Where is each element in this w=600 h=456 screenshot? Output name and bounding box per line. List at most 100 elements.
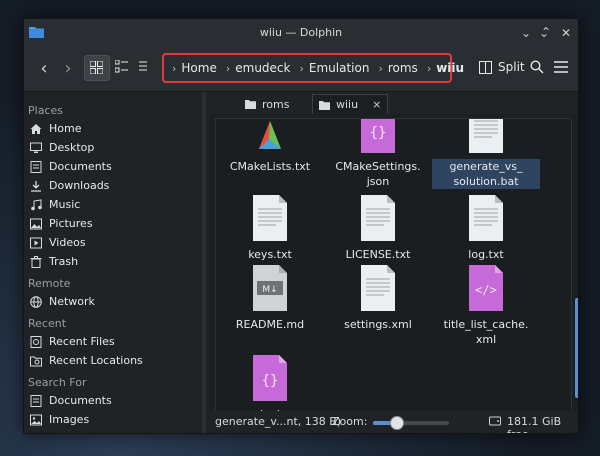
sidebar-scrollbar[interactable] (202, 92, 206, 433)
recent-files-icon (30, 335, 42, 348)
sidebar-item[interactable]: Music (30, 195, 80, 214)
file-view[interactable]: CMakeLists.txt {} CMakeSettings. json genera… (215, 118, 572, 416)
file-item[interactable]: keys.txt (216, 195, 324, 262)
sidebar-item[interactable]: Downloads (30, 176, 109, 195)
documents-icon (30, 394, 42, 407)
json-file-icon: {} (361, 119, 395, 153)
sidebar-item-label: Home (49, 122, 82, 135)
breadcrumb-item[interactable]: › wiiu (427, 61, 473, 75)
sidebar-item[interactable]: Trash (30, 252, 78, 271)
file-item[interactable]: log.txt (432, 195, 540, 262)
hamburger-menu-icon[interactable] (554, 61, 568, 73)
file-item[interactable]: LICENSE.txt (324, 195, 432, 262)
trash-icon (30, 255, 42, 268)
file-name: settings.xml (324, 317, 432, 332)
folder-icon (319, 100, 330, 110)
search-icon[interactable] (530, 60, 544, 74)
file-name: log.txt (432, 247, 540, 262)
breadcrumb-label: Emulation (308, 61, 370, 75)
file-name: LICENSE.txt (324, 247, 432, 262)
file-item[interactable]: CMakeLists.txt (216, 119, 324, 174)
main-toolbar: ‹ › › Home › emudeck › Emulation › roms › wiiu Sp… (24, 47, 578, 92)
sidebar-item-label: Pictures (49, 217, 93, 230)
sidebar-item[interactable]: Home (30, 119, 81, 138)
file-view-scrollbar[interactable] (573, 118, 578, 414)
grid-view-icon (90, 61, 103, 74)
sidebar-item-label: Recent Files (49, 335, 115, 348)
breadcrumb-item[interactable]: › Emulation (299, 61, 378, 75)
sidebar-item[interactable]: Videos (30, 233, 86, 252)
sidebar-item[interactable]: Recent Locations (30, 351, 143, 370)
file-name-line: CMakeLists.txt (229, 160, 311, 173)
close-window-icon[interactable]: ✕ (558, 25, 574, 41)
sidebar-item-label: Images (49, 413, 90, 426)
split-label: Split (498, 60, 525, 74)
sidebar-item[interactable]: Desktop (30, 138, 94, 157)
close-tab-icon[interactable]: × (372, 98, 381, 111)
dolphin-window: wiiu — Dolphin ⌄ ⌄ ⌃ ✕ ‹ › › Home › emudeck… (23, 18, 579, 434)
file-name-line: log.txt (468, 248, 504, 261)
sidebar-section-heading: Places (28, 104, 63, 117)
downloads-icon (31, 180, 41, 192)
zoom-slider[interactable] (373, 416, 449, 430)
tab-roms[interactable]: roms (239, 94, 295, 114)
sidebar-item[interactable]: Network (30, 292, 95, 311)
details-view-button[interactable] (134, 55, 150, 79)
file-name: title_list_cache.xml (432, 317, 540, 347)
sidebar-item-label: Desktop (49, 141, 95, 154)
file-item[interactable]: {}vcpkg.json (216, 355, 324, 415)
sidebar-section-heading: Search For (28, 376, 87, 389)
scrollbar-thumb[interactable] (575, 298, 578, 398)
free-space: 181.1 GiB free (507, 415, 562, 433)
tab-label: roms (262, 97, 290, 111)
sidebar-item[interactable]: Pictures (30, 214, 93, 233)
maximize-icon[interactable]: ⌃ (538, 24, 554, 40)
forward-button[interactable]: › (58, 59, 78, 79)
file-name-line: README.md (235, 318, 305, 331)
sidebar-item-label: Music (49, 198, 81, 211)
documents-icon (30, 160, 42, 173)
zoom-slider-handle[interactable] (389, 416, 404, 430)
chevron-right-icon: › (426, 61, 432, 75)
desktop-icon (30, 142, 42, 153)
text-file-icon (361, 265, 395, 311)
sidebar-section-heading: Remote (28, 277, 71, 290)
breadcrumb-item[interactable]: › emudeck (226, 61, 300, 75)
sidebar-item[interactable]: Documents (30, 391, 112, 410)
icons-view-button[interactable] (84, 55, 110, 81)
sidebar-item-label: Network (49, 295, 95, 308)
back-button[interactable]: ‹ (34, 59, 54, 79)
tab-bar: roms wiiu × (209, 92, 578, 114)
split-button[interactable]: Split (479, 60, 525, 74)
file-name-line: title_list_cache. (443, 318, 529, 331)
chevron-right-icon: › (172, 61, 177, 75)
details-view-icon (139, 61, 147, 71)
title-bar: wiiu — Dolphin ⌄ ⌄ ⌃ ✕ (24, 19, 578, 47)
file-item[interactable]: generate_vs_ solution.bat (432, 119, 540, 189)
breadcrumb-item[interactable]: › Home (172, 61, 226, 75)
sidebar-item-label: Downloads (49, 179, 110, 192)
breadcrumb-label: Home (181, 61, 217, 75)
breadcrumb-item[interactable]: › roms (378, 61, 426, 75)
compact-view-button[interactable] (110, 55, 134, 79)
zoom-label: Zoom: (332, 415, 368, 428)
sidebar-item[interactable]: Images (30, 410, 89, 429)
keep-above-icon[interactable]: ⌄ (518, 25, 534, 41)
sidebar-item[interactable]: Documents (30, 157, 112, 176)
file-item[interactable]: {} CMakeSettings. json (324, 119, 432, 189)
file-name-line: xml (475, 333, 497, 346)
file-item[interactable]: M↓ README.md (216, 265, 324, 332)
sidebar-item-label: Documents (49, 394, 112, 407)
window-title: wiiu — Dolphin (259, 26, 343, 39)
content-area: roms wiiu × CMakeLists.txt {} CMakeSettings.… (209, 92, 578, 433)
file-name-line: CMakeSettings. (335, 160, 421, 173)
markdown-file-icon: M↓ (253, 265, 287, 311)
status-bar: generate_v...nt, 138 B) Zoom: 181.1 GiB … (209, 411, 578, 433)
sidebar-item[interactable]: Recent Files (30, 332, 115, 351)
file-item[interactable]: </> title_list_cache. xml (432, 265, 540, 347)
file-name-line: generate_vs_ (449, 160, 523, 173)
sidebar-item-label: Recent Locations (49, 354, 143, 367)
file-item[interactable]: settings.xml (324, 265, 432, 332)
tab-wiiu[interactable]: wiiu × (312, 94, 389, 114)
text-file-icon (469, 195, 503, 241)
